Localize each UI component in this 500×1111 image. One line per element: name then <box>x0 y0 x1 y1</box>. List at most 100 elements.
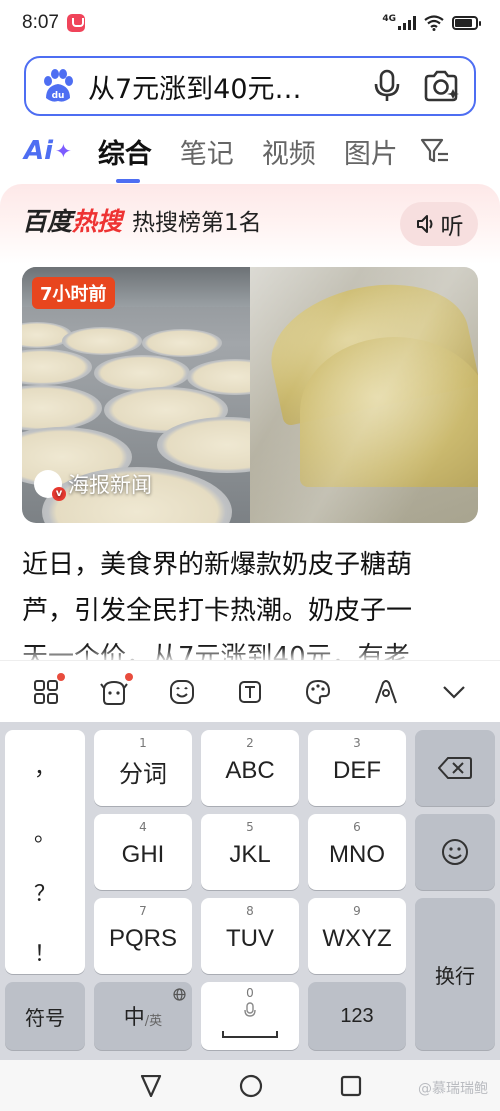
hot-search-card[interactable]: 百度热搜 热搜榜第1名 听 7小时前 海报新闻 <box>0 184 500 704</box>
hot-search-header: 百度热搜 热搜榜第1名 <box>22 202 262 238</box>
apps-grid-icon[interactable] <box>31 672 65 707</box>
voice-assistant-icon[interactable] <box>371 677 401 707</box>
source-avatar <box>34 470 66 501</box>
skin-palette-icon[interactable] <box>303 677 333 707</box>
key-5-label: JKL <box>229 841 271 868</box>
key-7-label: PQRS <box>108 925 177 952</box>
space-mic-icon <box>244 1002 256 1017</box>
enter-key-label: 换行 <box>435 963 475 988</box>
speaker-icon <box>416 215 432 233</box>
wifi-icon <box>424 15 444 31</box>
lang-main-label: 中 <box>123 1005 145 1029</box>
packaged-milk-skin-photo[interactable] <box>250 267 478 523</box>
home-circle-icon[interactable] <box>238 1073 264 1099</box>
lang-alt-label: /英 <box>144 1013 163 1029</box>
notification-app-icon <box>66 14 85 32</box>
key-6[interactable]: 6 MNO <box>308 814 406 890</box>
tab-videos[interactable]: 视频 <box>262 132 316 171</box>
symbol-key[interactable]: 符号 <box>5 982 85 1050</box>
svg-text:du: du <box>52 91 65 101</box>
signal-strength-icon <box>398 16 416 30</box>
punct-exclaim[interactable]: ！ <box>5 936 85 968</box>
numeric-key[interactable]: 123 <box>308 982 406 1050</box>
key-9-label: WXYZ <box>322 925 392 952</box>
key-4-label: GHI <box>121 841 165 868</box>
key-6-num: 6 <box>353 820 361 834</box>
watermark-text: @慕瑞瑞鲍 <box>418 1081 488 1097</box>
key-8-label: TUV <box>226 925 274 952</box>
battery-icon <box>452 16 481 30</box>
search-query-text[interactable]: 从7元涨到40元… <box>88 67 372 106</box>
language-toggle-key[interactable]: 中 /英 <box>94 982 192 1050</box>
snippet-line-2: 芦，引发全民打卡热潮。奶皮子一 <box>22 596 413 626</box>
search-tabs: Ai ✦ 综合 笔记 视频 图片 <box>24 126 500 183</box>
hot-rank-text: 热搜榜第1名 <box>132 210 262 236</box>
key-1-label: 分词 <box>119 760 167 788</box>
punct-period[interactable]: 。 <box>5 816 85 848</box>
mascot-icon[interactable] <box>99 672 133 707</box>
key-1[interactable]: 1 分词 <box>94 730 192 806</box>
key-8[interactable]: 8 TUV <box>201 898 299 974</box>
filter-icon[interactable] <box>420 137 450 165</box>
hot-logo-part-a: 百度 <box>22 207 73 236</box>
ai-tab-label: Ai <box>24 136 54 166</box>
key-4-num: 4 <box>139 820 147 834</box>
tab-images[interactable]: 图片 <box>344 132 398 171</box>
text-edit-icon[interactable] <box>235 677 265 707</box>
enter-key[interactable]: 换行 <box>415 898 495 1050</box>
recent-apps-square-icon[interactable] <box>339 1074 363 1098</box>
space-key-num: 0 <box>246 986 254 1000</box>
baidu-hot-search-logo: 百度热搜 <box>22 202 122 238</box>
backspace-icon <box>438 757 472 779</box>
snippet-line-1: 近日，美食界的新爆款奶皮子糖葫 <box>22 550 413 580</box>
key-9-num: 9 <box>353 904 361 918</box>
key-7[interactable]: 7 PQRS <box>94 898 192 974</box>
key-3-num: 3 <box>353 736 361 750</box>
space-key[interactable]: 0 <box>201 982 299 1050</box>
key-2[interactable]: 2 ABC <box>201 730 299 806</box>
emoji-icon[interactable] <box>167 677 197 707</box>
news-snippet[interactable]: 近日，美食界的新爆款奶皮子糖葫 芦，引发全民打卡热潮。奶皮子一 天一个价，从7元… <box>22 542 478 674</box>
listen-label: 听 <box>440 214 464 240</box>
tab-comprehensive[interactable]: 综合 <box>98 132 152 183</box>
punct-comma[interactable]: ， <box>5 750 85 782</box>
status-time: 8:07 <box>22 12 59 33</box>
news-image-gallery[interactable]: 7小时前 海报新闻 <box>22 267 478 523</box>
t9-keyboard: ， 。 ？ ！ 1 分词 2 ABC 3 DEF 4 GHI 5 JKL 6 MNO 7 PQ… <box>0 722 500 1060</box>
sparkle-icon: ✦ <box>55 139 72 163</box>
status-bar: 8:07 4G <box>0 0 500 46</box>
backspace-key[interactable] <box>415 730 495 806</box>
baidu-paw-logo-icon: du <box>44 69 73 102</box>
punct-question[interactable]: ？ <box>5 876 85 908</box>
listen-button[interactable]: 听 <box>400 202 478 246</box>
key-2-num: 2 <box>246 736 254 750</box>
factory-trays-photo[interactable]: 7小时前 海报新闻 <box>22 267 250 523</box>
key-1-num: 1 <box>139 736 147 750</box>
key-3[interactable]: 3 DEF <box>308 730 406 806</box>
collapse-keyboard-chevron-icon[interactable] <box>439 677 469 707</box>
back-triangle-icon[interactable] <box>137 1074 163 1097</box>
voice-search-mic-icon[interactable] <box>372 69 402 103</box>
key-8-num: 8 <box>246 904 254 918</box>
network-type-label: 4G <box>382 14 396 24</box>
key-5[interactable]: 5 JKL <box>201 814 299 890</box>
key-9[interactable]: 9 WXYZ <box>308 898 406 974</box>
tab-notes[interactable]: 笔记 <box>180 132 234 171</box>
punctuation-column[interactable]: ， 。 ？ ！ <box>5 730 85 974</box>
key-6-label: MNO <box>329 841 385 868</box>
emoji-key[interactable] <box>415 814 495 890</box>
globe-icon <box>173 988 186 1001</box>
hot-logo-part-b: 热搜 <box>72 207 123 236</box>
ai-tab[interactable]: Ai ✦ <box>24 136 72 166</box>
image-search-camera-icon[interactable] <box>422 69 460 103</box>
search-bar[interactable]: du 从7元涨到40元… <box>24 56 476 116</box>
key-5-num: 5 <box>246 820 254 834</box>
smiley-icon <box>442 839 468 865</box>
key-4[interactable]: 4 GHI <box>94 814 192 890</box>
symbol-key-label: 符号 <box>25 1005 65 1030</box>
news-source[interactable]: 海报新闻 <box>34 469 152 501</box>
space-bar-icon <box>222 1031 278 1038</box>
key-7-num: 7 <box>139 904 147 918</box>
key-3-label: DEF <box>333 757 381 784</box>
time-ago-badge: 7小时前 <box>32 277 115 309</box>
